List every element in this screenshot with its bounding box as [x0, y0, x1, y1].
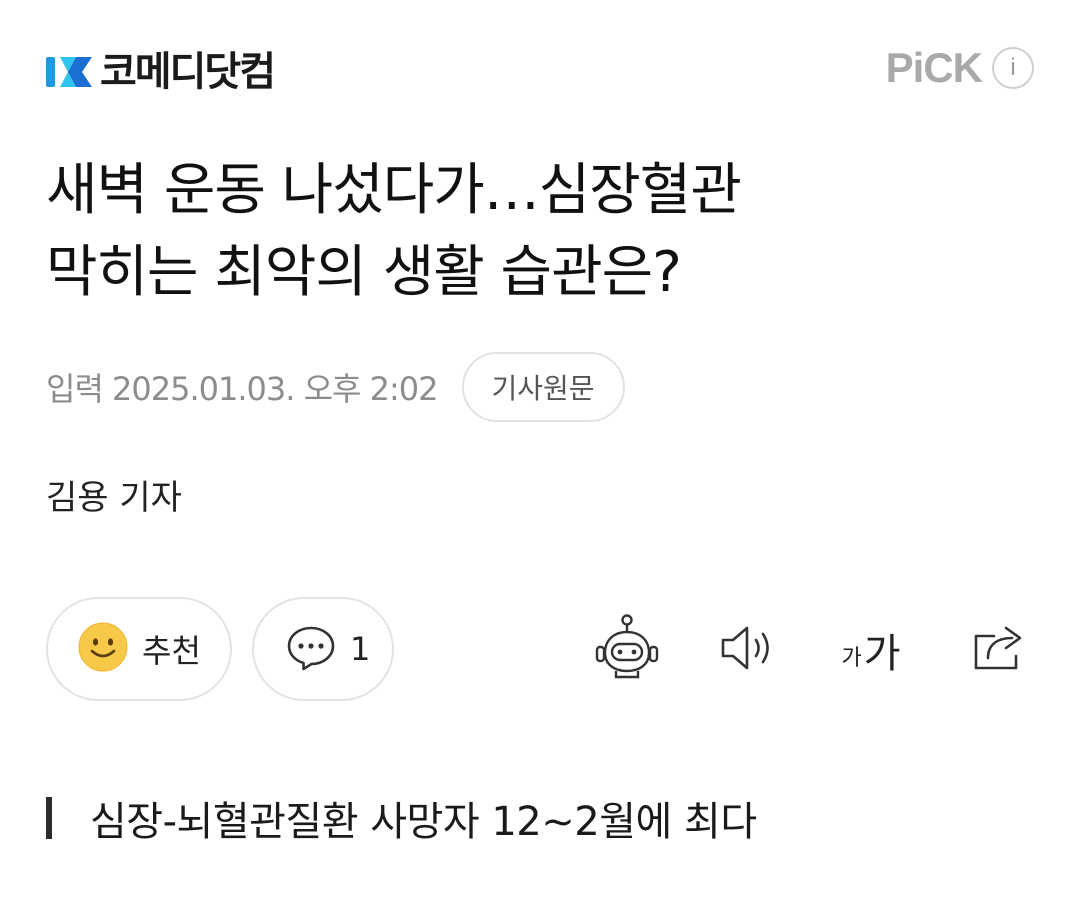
like-button[interactable]: 추천 — [46, 597, 232, 701]
original-article-button[interactable]: 기사원문 — [461, 352, 625, 422]
brand-name: 코메디닷컴 — [100, 49, 276, 95]
komedi-logo-icon — [46, 49, 92, 95]
article-title-line-2: 막히는 최악의 생활 습관은? — [46, 240, 682, 305]
article-meta: 입력 2025.01.03. 오후 2:02 기사원문 — [46, 352, 625, 422]
article-title-line-1: 새벽 운동 나섰다가…심장혈관 — [46, 158, 742, 223]
share-button[interactable] — [966, 612, 1032, 688]
tts-button[interactable] — [716, 612, 782, 688]
font-size-small-label: 가 — [841, 646, 862, 671]
subtitle-text: 심장-뇌혈관질환 사망자 12~2월에 최다 — [90, 799, 757, 845]
share-icon — [970, 622, 1028, 678]
pick-label: PiCK — [885, 44, 983, 91]
article-title: 새벽 운동 나섰다가…심장혈관 막히는 최악의 생활 습관은? — [46, 150, 1036, 314]
info-icon[interactable]: i — [992, 47, 1034, 89]
speech-bubble-icon — [286, 622, 336, 676]
comment-count: 1 — [350, 630, 371, 668]
article-subtitle: 심장-뇌혈관질환 사망자 12~2월에 최다 — [46, 790, 757, 846]
subtitle-bar — [46, 797, 52, 839]
byline: 김용 기자 — [46, 478, 182, 518]
speaker-icon — [719, 623, 779, 677]
pick-badge: PiCK i — [886, 44, 1034, 92]
brand[interactable]: 코메디닷컴 — [46, 44, 276, 100]
font-size-button[interactable]: 가 가 — [834, 612, 908, 688]
comment-button[interactable]: 1 — [252, 597, 394, 701]
published-date: 입력 2025.01.03. 오후 2:02 — [46, 370, 439, 408]
like-label: 추천 — [142, 632, 201, 670]
smiley-icon — [78, 622, 128, 676]
summary-bot-button[interactable] — [592, 612, 662, 688]
robot-icon — [594, 613, 660, 687]
font-size-large-label: 가 — [863, 631, 901, 677]
